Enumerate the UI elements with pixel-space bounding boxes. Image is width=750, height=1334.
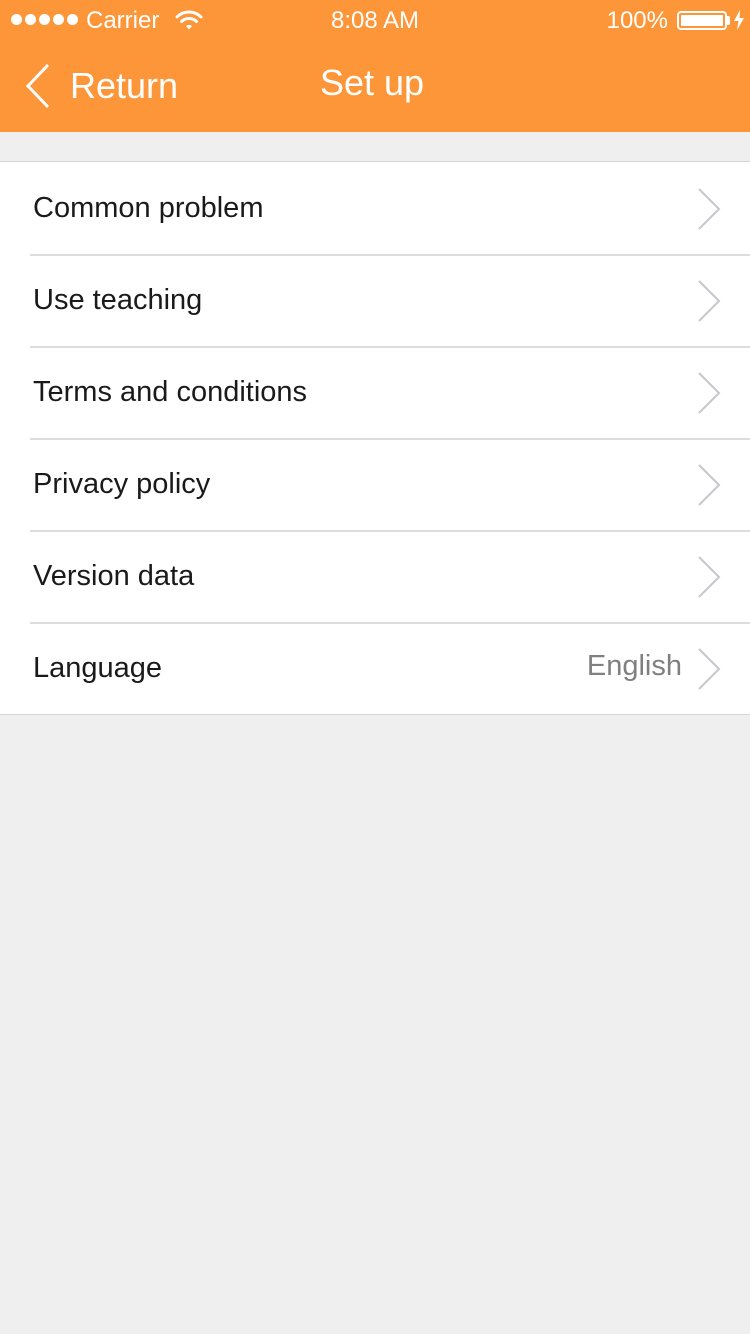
row-label: Use teaching [33, 284, 203, 316]
settings-row-privacy-policy[interactable]: Privacy policy [0, 438, 750, 530]
chevron-right-icon [698, 280, 721, 322]
app-header: Carrier 8:08 AM 100% Return Set up [0, 0, 750, 132]
settings-row-language[interactable]: Language English [0, 622, 750, 714]
charging-bolt-icon [734, 10, 744, 30]
battery-tip [727, 16, 730, 25]
settings-row-version-data[interactable]: Version data [0, 530, 750, 622]
page-title: Set up [319, 62, 425, 103]
settings-row-common-problem[interactable]: Common problem [0, 162, 750, 254]
chevron-right-icon [698, 188, 721, 230]
row-label: Common problem [33, 192, 264, 224]
row-label: Language [33, 652, 163, 684]
chevron-right-icon [698, 556, 721, 598]
row-label: Version data [33, 560, 195, 592]
language-value: English [586, 650, 682, 682]
status-bar: Carrier 8:08 AM 100% [0, 0, 750, 40]
battery-percentage: 100% [606, 7, 668, 34]
settings-row-use-teaching[interactable]: Use teaching [0, 254, 750, 346]
chevron-right-icon [698, 648, 721, 690]
navigation-bar: Return Set up [0, 40, 750, 132]
settings-screen: Carrier 8:08 AM 100% Return Set up Commo… [0, 0, 750, 1334]
chevron-right-icon [698, 372, 721, 414]
row-label: Terms and conditions [33, 376, 308, 408]
settings-list: Common problem Use teaching Terms and co… [0, 161, 750, 715]
chevron-right-icon [698, 464, 721, 506]
row-label: Privacy policy [33, 468, 211, 500]
battery-icon [677, 11, 727, 30]
settings-row-terms-and-conditions[interactable]: Terms and conditions [0, 346, 750, 438]
